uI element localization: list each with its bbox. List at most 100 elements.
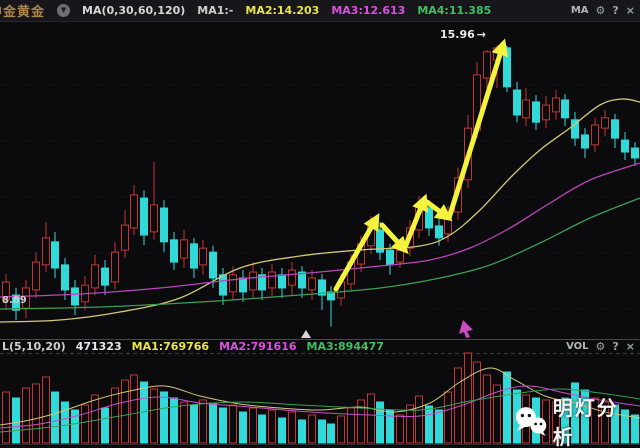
ma3-value: MA3:12.613 [331, 4, 405, 17]
ma4-value: MA4:11.385 [417, 4, 491, 17]
close-icon[interactable]: × [626, 5, 635, 16]
candle-body [250, 272, 257, 290]
candle-body [131, 195, 138, 228]
volume-bar [3, 392, 10, 443]
vol-help-icon[interactable]: ? [612, 341, 618, 352]
volume-bar [319, 420, 326, 443]
volume-bar [13, 398, 20, 443]
volume-bar [279, 418, 286, 443]
volume-bar [348, 408, 355, 443]
volume-bar [52, 392, 59, 443]
settings-icon[interactable]: ⚙ [596, 5, 606, 16]
volume-bar [200, 400, 207, 443]
event-triangle-marker [301, 330, 311, 338]
volume-header-left: L(5,10,20) 471323 MA1:769766 MA2:791616 … [0, 340, 384, 353]
candle-body [504, 48, 511, 87]
candle-body [200, 248, 207, 265]
candle-body [122, 225, 129, 250]
volume-panel-controls: VOL ⚙ ? × [566, 341, 640, 352]
volume-bar [259, 415, 266, 443]
stock-name[interactable]: 中金黄金 [0, 1, 45, 20]
wechat-icon [514, 406, 548, 437]
candle-body [279, 275, 286, 288]
volume-bar [358, 400, 365, 443]
volume-bar [131, 375, 138, 443]
volume-bar [504, 372, 511, 443]
candle-body [62, 265, 69, 290]
trend-arrow [336, 219, 376, 289]
volume-bar [494, 385, 501, 443]
main-panel-controls: MA ⚙ ? × [571, 5, 640, 16]
vol-settings-icon[interactable]: ⚙ [596, 341, 606, 352]
watermark-text: 明灯分析 [553, 392, 640, 448]
candle-body [289, 270, 296, 285]
candle-body [191, 244, 198, 268]
volume-bar [397, 415, 404, 443]
dropdown-button[interactable]: ▼ [57, 4, 70, 17]
candle-body [484, 52, 491, 78]
vol-params-label[interactable]: L(5,10,20) [2, 340, 66, 353]
candle-body [436, 226, 443, 238]
candle-body [592, 125, 599, 145]
candle-body [269, 272, 276, 288]
vol-ma1-value: MA1:769766 [132, 340, 209, 353]
candle-body [533, 102, 540, 122]
candle-body [102, 268, 109, 285]
volume-bar [220, 408, 227, 443]
candle-body [612, 120, 619, 138]
volume-header: L(5,10,20) 471323 MA1:769766 MA2:791616 … [0, 339, 640, 353]
candle-body [514, 90, 521, 115]
candle-body [553, 98, 560, 112]
volume-bar [112, 388, 119, 443]
current-volume-value: 471323 [76, 340, 122, 353]
low-price-label: 8.89 [2, 295, 27, 306]
trading-app-window: 中金黄金 ▼ MA(0,30,60,120) MA1:- MA2:14.203 … [0, 0, 640, 448]
candle-body [426, 208, 433, 228]
trend-arrow [449, 45, 503, 218]
volume-bar [82, 405, 89, 443]
volume-bar [33, 384, 40, 443]
candle-body [52, 242, 59, 268]
volume-bar [416, 396, 423, 443]
ma1-value: MA1:- [197, 4, 233, 17]
candle-body [220, 275, 227, 295]
volume-bar [161, 392, 168, 443]
volume-bar [191, 405, 198, 443]
cursor-marker [459, 320, 473, 338]
ma-params-label[interactable]: MA(0,30,60,120) [82, 4, 185, 17]
volume-bar [426, 406, 433, 443]
indicator-header-left: 中金黄金 ▼ MA(0,30,60,120) MA1:- MA2:14.203 … [0, 1, 491, 20]
kline-and-volume-chart[interactable] [0, 0, 640, 448]
candle-body [543, 105, 550, 120]
peak-price-value: 15.96 [440, 28, 475, 41]
candle-body [161, 208, 168, 242]
help-icon[interactable]: ? [612, 5, 618, 16]
candle-body [230, 275, 237, 292]
candle-body [622, 140, 629, 152]
volume-bar [328, 424, 335, 443]
ma2-value: MA2:14.203 [245, 4, 319, 17]
candle-body [523, 100, 530, 118]
volume-bar [122, 380, 129, 443]
candle-body [141, 198, 148, 235]
volume-panel-tag: VOL [566, 341, 588, 352]
volume-bar [377, 402, 384, 443]
volume-bar [250, 408, 257, 443]
vol-ma3-value: MA3:894477 [307, 340, 384, 353]
volume-bar [368, 394, 375, 443]
volume-bar [102, 408, 109, 443]
volume-bar [387, 410, 394, 443]
vol-ma2-value: MA2:791616 [219, 340, 296, 353]
volume-bar [230, 405, 237, 443]
candle-body [112, 252, 119, 282]
volume-bar [92, 395, 99, 443]
volume-bar [269, 410, 276, 443]
candle-body [181, 240, 188, 258]
chevron-down-icon: ▼ [61, 7, 66, 14]
main-panel-tag: MA [571, 5, 589, 16]
right-arrow-icon: → [477, 28, 486, 41]
candle-body [240, 278, 247, 292]
vol-close-icon[interactable]: × [626, 341, 635, 352]
volume-bar [445, 392, 452, 443]
volume-bar [43, 377, 50, 443]
